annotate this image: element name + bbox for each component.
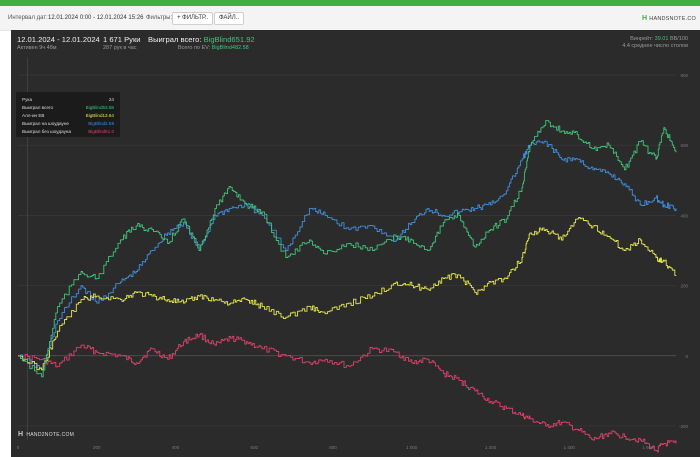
tooltip-row-label: Выиграл без шоудауна (22, 129, 71, 134)
tooltip-row: Выиграл всего BigBlind53.58 (22, 105, 114, 110)
tooltip-row: Рука 24 (22, 97, 114, 102)
series-line-nonshowdown (18, 333, 677, 453)
x-tick-label: 1 200 (485, 445, 497, 450)
series-line-showdown (18, 140, 677, 371)
x-tick-label: 600 (251, 445, 259, 450)
tooltip-row-label: Алл-ин EB (22, 113, 45, 118)
x-tick-label: 1 400 (564, 445, 576, 450)
y-tick-label: 400 (680, 213, 688, 218)
tooltip-row-value: BigBlind13.64 (85, 113, 114, 118)
tooltip-row-value: BigBlind53.58 (85, 105, 114, 110)
x-tick-label: 800 (329, 445, 337, 450)
x-tick-label: 400 (172, 445, 180, 450)
tooltip-row-value: BigBlind51.0 (88, 129, 114, 134)
tooltip-row: Выиграл на шоудауне BigBlind2.58 (22, 121, 114, 126)
logo-text: HAND2NOTE.COM (26, 432, 75, 438)
tooltip-row-value: 24 (108, 97, 114, 102)
y-tick-label: 600 (680, 143, 688, 148)
tooltip-row: Алл-ин EB BigBlind13.64 (22, 113, 114, 118)
series-line-ev (18, 217, 677, 371)
tooltip-row-label: Рука (22, 97, 33, 102)
tooltip-row-label: Выиграл на шоудауне (22, 121, 69, 126)
watermark-logo: H HAND2NOTE.COM (18, 431, 74, 438)
profit-graph[interactable]: 800 600 400 200 0 -200 0 200 400 600 800 1 000 1 200… (0, 0, 700, 457)
tooltip-row-value: BigBlind2.58 (88, 121, 114, 126)
y-tick-label: 0 (685, 354, 688, 359)
y-tick-label: 800 (680, 73, 688, 78)
tooltip-row: Выиграл без шоудауна BigBlind51.0 (22, 129, 114, 134)
hand2note-logo-icon: H (18, 431, 24, 438)
hand-tooltip: Рука 24 Выиграл всего BigBlind53.58 Алл-ин E… (16, 92, 120, 137)
y-tick-label: -200 (679, 424, 689, 429)
x-tick-label: 1 000 (406, 445, 418, 450)
y-tick-label: 200 (680, 284, 688, 289)
x-tick-label: 0 (17, 445, 20, 450)
tooltip-row-label: Выиграл всего (22, 105, 54, 110)
x-tick-label: 200 (93, 445, 101, 450)
